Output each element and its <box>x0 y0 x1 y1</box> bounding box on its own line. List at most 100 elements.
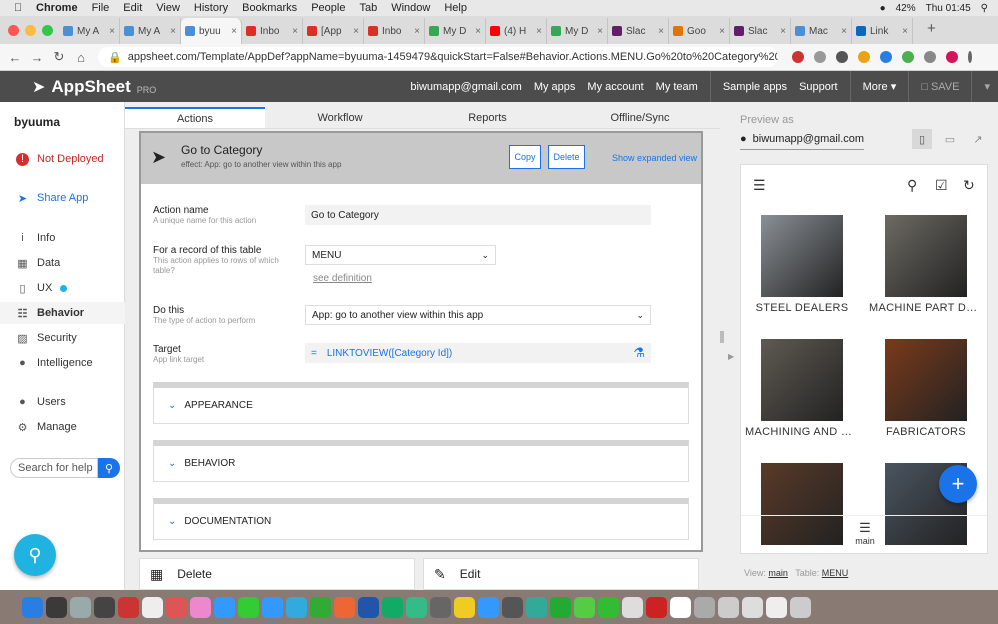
browser-tab[interactable]: Link × <box>852 18 913 44</box>
dock-app-icon[interactable] <box>766 596 787 618</box>
dock-app-icon[interactable] <box>574 596 595 618</box>
dock-app-icon[interactable] <box>406 596 427 618</box>
chrome-menu-icon[interactable] <box>968 51 972 63</box>
copy-button[interactable]: Copy <box>509 145 541 169</box>
wifi-icon[interactable]: ● <box>880 3 886 14</box>
sidebar-item-ux[interactable]: ▯ UX <box>0 277 125 299</box>
menu-app-name[interactable]: Chrome <box>36 2 78 14</box>
dock-app-icon[interactable] <box>694 596 715 618</box>
nav-more[interactable]: More ▾ <box>863 80 897 93</box>
close-tab-icon[interactable]: × <box>353 26 359 37</box>
browser-tab[interactable]: Inbo × <box>242 18 303 44</box>
sidebar-item-data[interactable]: ▦ Data <box>0 252 125 274</box>
extension-icon[interactable] <box>880 51 892 63</box>
chevron-right-icon[interactable]: ▶ <box>728 352 734 361</box>
panel-divider[interactable]: ▶ <box>720 102 738 590</box>
apple-icon[interactable]:  <box>14 2 26 14</box>
deploy-status[interactable]: ! Not Deployed <box>0 148 125 170</box>
close-tab-icon[interactable]: × <box>658 26 664 37</box>
open-external-icon[interactable]: ↗ <box>968 129 988 149</box>
menu-view[interactable]: View <box>156 2 180 14</box>
target-expression-input[interactable]: = LINKTOVIEW([Category Id]) ⚗ <box>305 343 651 363</box>
close-tab-icon[interactable]: × <box>536 26 542 37</box>
dock-app-icon[interactable] <box>478 596 499 618</box>
save-dropdown-icon[interactable]: ▾ <box>984 80 990 93</box>
nav-sample-apps[interactable]: Sample apps <box>723 81 787 93</box>
dock-app-icon[interactable] <box>526 596 547 618</box>
extension-icon[interactable] <box>858 51 870 63</box>
close-tab-icon[interactable]: × <box>170 26 176 37</box>
browser-tab[interactable]: (4) H × <box>486 18 547 44</box>
close-tab-icon[interactable]: × <box>780 26 786 37</box>
menu-icon[interactable]: ☰ <box>753 177 766 194</box>
sidebar-item-users[interactable]: ● Users <box>0 391 125 413</box>
show-expanded-view-link[interactable]: Show expanded view <box>612 153 697 163</box>
dock-app-icon[interactable] <box>214 596 235 618</box>
close-tab-icon[interactable]: × <box>231 26 237 37</box>
dock-app-icon[interactable] <box>310 596 331 618</box>
add-fab[interactable]: + <box>939 465 977 503</box>
dock-app-icon[interactable] <box>598 596 619 618</box>
menu-file[interactable]: File <box>92 2 110 14</box>
flask-icon[interactable]: ⚗ <box>633 345 645 361</box>
dock-app-icon[interactable] <box>430 596 451 618</box>
dock-app-icon[interactable] <box>742 596 763 618</box>
see-definition-link[interactable]: see definition <box>313 273 372 284</box>
sidebar-item-manage[interactable]: ⚙ Manage <box>0 416 125 438</box>
close-window-icon[interactable] <box>8 25 19 36</box>
nav-support[interactable]: Support <box>799 81 838 93</box>
close-tab-icon[interactable]: × <box>719 26 725 37</box>
new-tab-button[interactable]: + <box>927 20 936 37</box>
documentation-section[interactable]: ⌄ DOCUMENTATION <box>153 498 689 540</box>
sidebar-item-info[interactable]: i Info <box>0 227 125 249</box>
table-select[interactable]: MENU ⌄ <box>305 245 496 265</box>
category-tile[interactable]: FABRICATORS <box>869 339 983 438</box>
dock-app-icon[interactable] <box>670 596 691 618</box>
dock-app-icon[interactable] <box>70 596 91 618</box>
browser-tab[interactable]: Inbo × <box>364 18 425 44</box>
menu-help[interactable]: Help <box>444 2 467 14</box>
close-tab-icon[interactable]: × <box>109 26 115 37</box>
tab-offline-sync[interactable]: Offline/Sync <box>560 107 720 129</box>
dock-app-icon[interactable] <box>454 596 475 618</box>
close-tab-icon[interactable]: × <box>841 26 847 37</box>
battery-percent[interactable]: 42% <box>896 3 916 14</box>
browser-tab[interactable]: [App × <box>303 18 364 44</box>
dock-app-icon[interactable] <box>238 596 259 618</box>
table-link[interactable]: MENU <box>822 568 849 578</box>
preview-user-select[interactable]: ● biwumapp@gmail.com <box>740 133 864 150</box>
dock-app-icon[interactable] <box>334 596 355 618</box>
category-tile[interactable]: MACHINE PART DE... <box>869 215 983 314</box>
close-tab-icon[interactable]: × <box>414 26 420 37</box>
browser-tab[interactable]: My D × <box>425 18 486 44</box>
back-icon[interactable]: ← <box>4 50 26 65</box>
edit-action-card[interactable]: ✎ Edit <box>423 558 699 590</box>
reload-icon[interactable]: ↻ <box>48 49 70 65</box>
dock-app-icon[interactable] <box>382 596 403 618</box>
extension-icon[interactable] <box>836 51 848 63</box>
dock-app-icon[interactable] <box>646 596 667 618</box>
share-app-link[interactable]: ➤ Share App <box>0 187 125 209</box>
search-icon[interactable]: ⚲ <box>981 3 988 14</box>
nav-my-account[interactable]: My account <box>587 81 643 93</box>
close-tab-icon[interactable]: × <box>597 26 603 37</box>
appsheet-logo[interactable]: ➤ AppSheet PRO <box>32 77 156 97</box>
view-link[interactable]: main <box>768 568 788 578</box>
dock-app-icon[interactable] <box>118 596 139 618</box>
category-tile[interactable]: MACHINING AND MI... <box>745 339 859 438</box>
browser-tab[interactable]: Mac × <box>791 18 852 44</box>
menu-window[interactable]: Window <box>391 2 430 14</box>
close-tab-icon[interactable]: × <box>475 26 481 37</box>
maximize-window-icon[interactable] <box>42 25 53 36</box>
delete-button[interactable]: Delete <box>548 145 585 169</box>
delete-action-card[interactable]: ▦ Delete <box>139 558 415 590</box>
category-tile[interactable]: STEEL DEALERS <box>745 215 859 314</box>
dock-app-icon[interactable] <box>358 596 379 618</box>
address-bar[interactable]: 🔒 appsheet.com/Template/AppDef?appName=b… <box>98 47 778 67</box>
browser-tab[interactable]: Slac × <box>730 18 791 44</box>
tab-reports[interactable]: Reports <box>415 107 560 129</box>
dock-app-icon[interactable] <box>622 596 643 618</box>
clock[interactable]: Thu 01:45 <box>926 3 971 14</box>
profile-avatar[interactable] <box>946 51 958 63</box>
extension-icon[interactable] <box>792 51 804 63</box>
